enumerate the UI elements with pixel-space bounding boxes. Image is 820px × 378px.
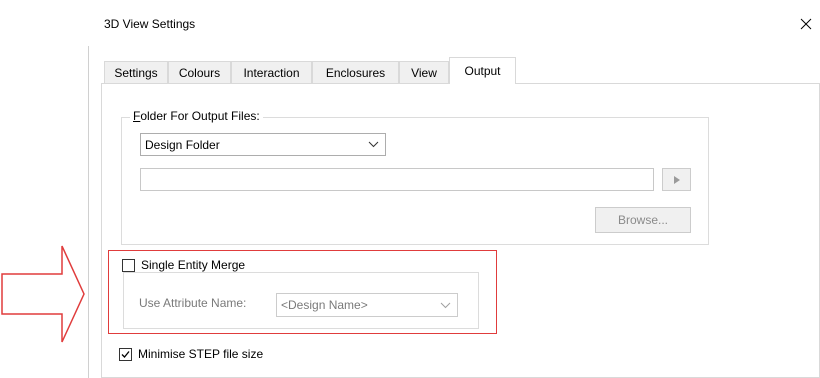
tab-output[interactable]: Output (449, 57, 516, 84)
tab-enclosures[interactable]: Enclosures (312, 61, 399, 83)
title-bar (88, 0, 820, 46)
close-button[interactable] (792, 10, 820, 38)
tab-interaction[interactable]: Interaction (231, 61, 312, 83)
annotation-arrow (0, 244, 90, 344)
tab-view[interactable]: View (399, 61, 449, 83)
minimise-step-checkbox[interactable] (119, 347, 132, 361)
output-folder-label: Folder For Output Files: (130, 109, 263, 123)
tab-colours[interactable]: Colours (168, 61, 231, 83)
output-folder-select[interactable]: Design Folder (140, 133, 386, 156)
output-folder-select-value: Design Folder (145, 137, 220, 152)
dialog-title: 3D View Settings (104, 17, 196, 31)
output-path-input[interactable] (140, 168, 654, 191)
chevron-down-icon (368, 134, 379, 155)
tab-settings[interactable]: Settings (104, 61, 168, 83)
minimise-step-toggle[interactable]: Minimise STEP file size (119, 347, 263, 361)
checkmark-icon (121, 350, 130, 358)
play-right-icon (673, 175, 680, 184)
browse-button[interactable]: Browse... (595, 207, 691, 233)
close-icon (800, 18, 812, 30)
arrow-right-icon (1, 245, 85, 343)
path-arrow-button[interactable] (662, 168, 691, 191)
annotation-highlight-box (108, 250, 497, 334)
minimise-step-label: Minimise STEP file size (138, 347, 264, 361)
